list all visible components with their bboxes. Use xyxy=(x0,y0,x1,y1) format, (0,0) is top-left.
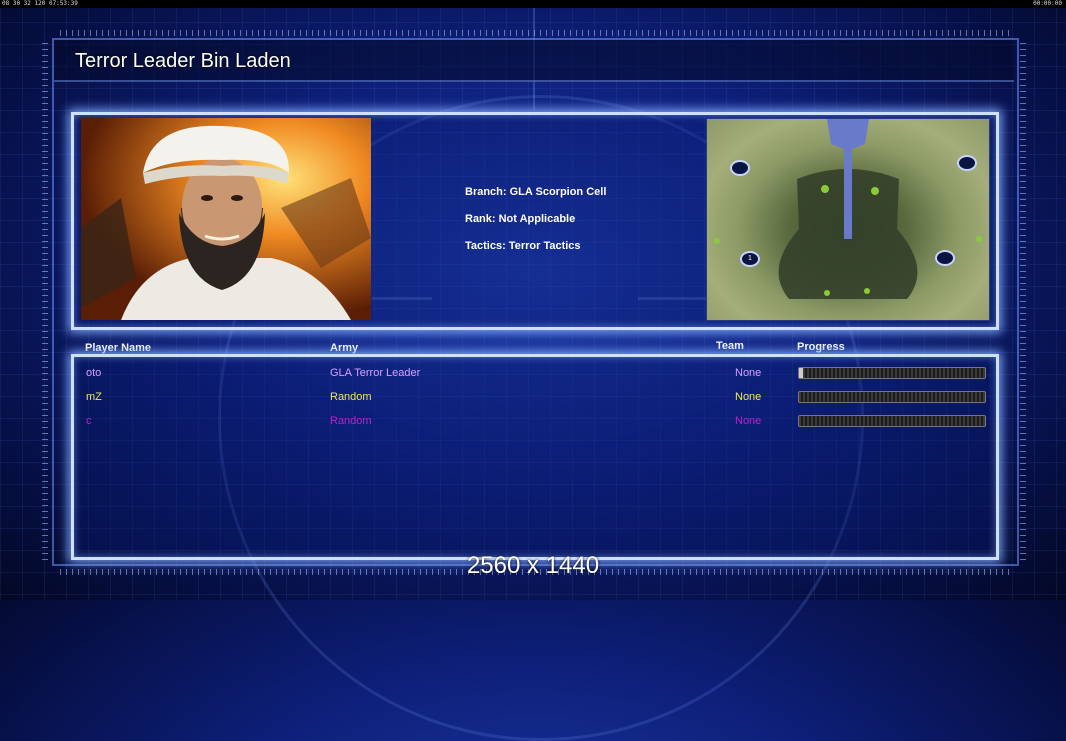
player-army: Random xyxy=(330,391,372,403)
progress-bar xyxy=(798,415,986,427)
top-ruler xyxy=(60,30,1010,36)
start-position-marker[interactable] xyxy=(730,160,750,176)
header-player-name: Player Name xyxy=(85,342,152,354)
general-branch: Branch: GLA Scorpion Cell xyxy=(465,186,607,198)
player-army: GLA Terror Leader xyxy=(330,367,421,379)
header-army: Army xyxy=(330,342,359,354)
progress-bar xyxy=(798,391,986,403)
resolution-caption: 2560 x 1440 xyxy=(466,552,600,579)
top-status-strip: 08 30 32 120 07:53:39 00:00:00 xyxy=(0,0,1066,8)
page-title: Terror Leader Bin Laden xyxy=(75,50,291,72)
start-position-marker[interactable]: 1 xyxy=(740,251,760,267)
player-army: Random xyxy=(330,415,372,427)
player-team: None xyxy=(735,367,762,379)
left-ruler xyxy=(42,40,48,560)
general-rank: Rank: Not Applicable xyxy=(465,213,576,225)
start-position-marker[interactable] xyxy=(935,250,955,266)
player-name: c xyxy=(86,415,92,427)
map-preview[interactable]: 1 xyxy=(706,118,990,321)
start-position-marker[interactable] xyxy=(957,155,977,171)
general-tactics: Tactics: Terror Tactics xyxy=(465,240,581,252)
map-terrain xyxy=(714,119,982,299)
player-team: None xyxy=(735,415,762,427)
players-panel xyxy=(71,354,999,560)
header-progress: Progress xyxy=(797,341,845,353)
status-readout-right: 00:00:00 xyxy=(1033,0,1062,7)
right-ruler xyxy=(1020,40,1026,560)
general-portrait xyxy=(81,118,371,320)
progress-bar xyxy=(798,367,986,379)
player-team: None xyxy=(735,391,762,403)
portrait-image xyxy=(81,118,371,320)
player-name: mZ xyxy=(86,391,102,403)
player-name: oto xyxy=(86,367,102,379)
header-team: Team xyxy=(716,340,744,352)
progress-fill xyxy=(799,368,803,378)
status-readout-left: 08 30 32 120 07:53:39 xyxy=(2,0,78,7)
